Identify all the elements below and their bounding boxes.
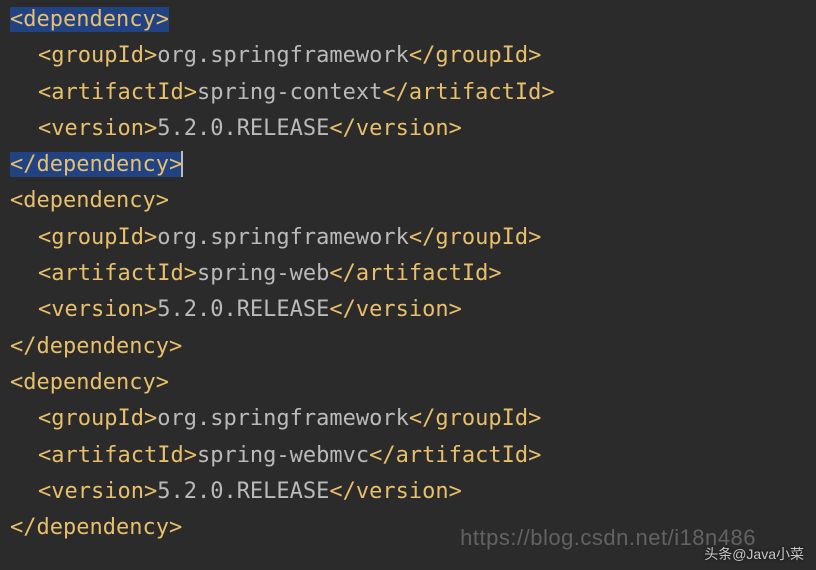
xml-open-tag-highlighted: <dependency> [10, 7, 169, 32]
xml-close-tag: </artifactId> [329, 261, 501, 286]
xml-close-tag: </version> [329, 479, 461, 504]
group-id-text: org.springframework [157, 43, 409, 68]
xml-open-tag: <artifactId> [38, 443, 197, 468]
xml-close-tag: </groupId> [409, 406, 541, 431]
xml-close-tag: </dependency> [10, 334, 182, 359]
xml-close-tag: </groupId> [409, 225, 541, 250]
xml-open-tag: <dependency> [10, 370, 169, 395]
xml-open-tag: <version> [38, 116, 157, 141]
xml-open-tag: <groupId> [38, 225, 157, 250]
xml-close-tag: </artifactId> [369, 443, 541, 468]
group-id-text: org.springframework [157, 225, 409, 250]
xml-open-tag: <artifactId> [38, 80, 197, 105]
xml-close-tag: </groupId> [409, 43, 541, 68]
artifact-id-text: spring-web [197, 261, 329, 286]
xml-open-tag: <version> [38, 297, 157, 322]
code-editor[interactable]: <dependency><groupId>org.springframework… [10, 2, 806, 546]
group-id-text: org.springframework [157, 406, 409, 431]
xml-open-tag: <groupId> [38, 406, 157, 431]
artifact-id-text: spring-webmvc [197, 443, 369, 468]
artifact-id-text: spring-context [197, 80, 382, 105]
xml-close-tag: </dependency> [10, 515, 182, 540]
version-text: 5.2.0.RELEASE [157, 479, 329, 504]
xml-close-tag: </version> [329, 116, 461, 141]
xml-close-tag: </artifactId> [382, 80, 554, 105]
version-text: 5.2.0.RELEASE [157, 297, 329, 322]
xml-open-tag: <artifactId> [38, 261, 197, 286]
xml-close-tag: </version> [329, 297, 461, 322]
xml-open-tag: <dependency> [10, 188, 169, 213]
text-cursor [181, 151, 183, 177]
xml-open-tag: <version> [38, 479, 157, 504]
xml-open-tag: <groupId> [38, 43, 157, 68]
version-text: 5.2.0.RELEASE [157, 116, 329, 141]
xml-close-tag-highlighted: </dependency> [10, 152, 182, 177]
